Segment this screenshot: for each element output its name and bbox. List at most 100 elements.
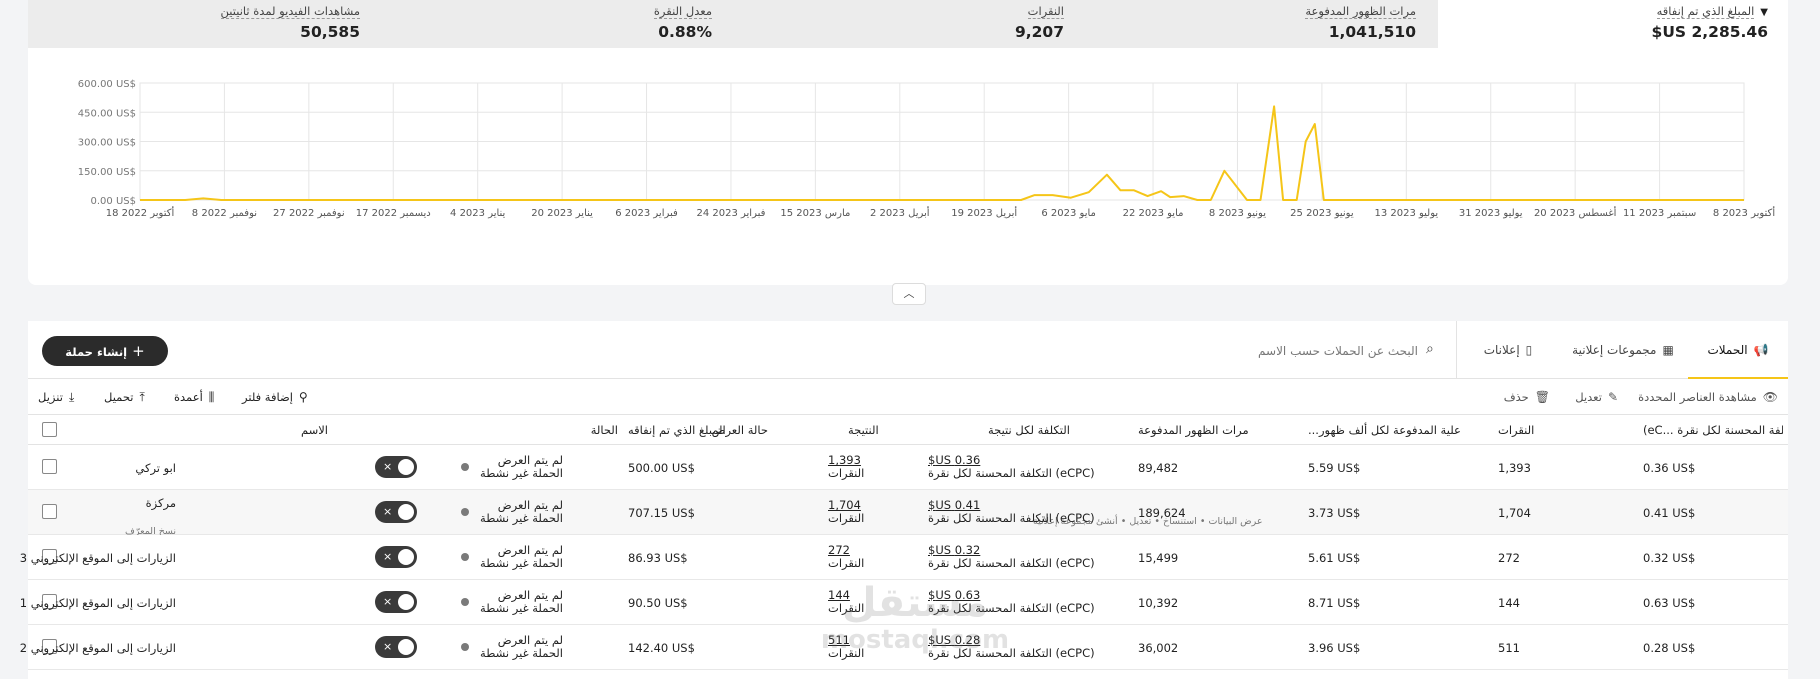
cpm-value: 5.61 US$	[1308, 551, 1361, 565]
tabs-bar: 📢الحملات ▦مجموعات إعلانية ▯إعلانات ⌕ +إن…	[28, 321, 1788, 379]
download-button[interactable]: ⤓تنزيل	[38, 379, 74, 415]
collapse-chart-button[interactable]: ︿	[892, 283, 926, 305]
search-icon[interactable]: ⌕	[1426, 341, 1434, 357]
metrics-strip: ▼المبلغ الذي تم إنفاقه 2,285.46 US$ مرات…	[28, 0, 1788, 48]
status-toggle[interactable]: ×	[375, 501, 417, 523]
y-tick-label: 300.00 US$	[78, 138, 136, 149]
close-icon: ×	[383, 550, 393, 563]
col-clicks[interactable]: النقرات	[1498, 415, 1638, 445]
edit-button[interactable]: ✎تعديل	[1575, 379, 1618, 415]
x-tick-label: 13 يوليو 2023	[1374, 208, 1438, 219]
trash-icon: 🗑	[1534, 390, 1550, 404]
metric-ctr[interactable]: معدل النقرة 0.88%	[512, 0, 712, 48]
impressions-value: 36,002	[1138, 641, 1179, 655]
x-tick-label: 11 سبتمبر 2023	[1623, 208, 1696, 219]
col-spent[interactable]: المبلغ الذي تم إنفاقه	[628, 415, 778, 445]
impressions-value: 15,499	[1138, 551, 1179, 565]
delivery-status-dot	[461, 598, 469, 606]
close-icon: ×	[383, 460, 393, 473]
cost-per-result-value[interactable]: 0.36 US$ (eCPC) التكلفة المحسنة لكل نقرة	[928, 454, 1116, 480]
metric-video-views[interactable]: مشاهدات الفيديو لمدة ثانيتين 50,585	[100, 0, 360, 48]
ecpc-value: 0.28 US$	[1643, 641, 1696, 655]
metric-clicks[interactable]: النقرات 9,207	[864, 0, 1064, 48]
tab-ad-groups[interactable]: ▦مجموعات إعلانية	[1568, 321, 1678, 379]
x-tick-label: 6 مايو 2023	[1041, 208, 1096, 219]
col-result[interactable]: النتيجة	[848, 415, 968, 445]
row-checkbox[interactable]	[42, 504, 57, 519]
x-tick-label: 20 أغسطس 2023	[1534, 206, 1617, 219]
x-tick-label: 19 أبريل 2023	[951, 206, 1017, 219]
delivery-status: لم يتم العرض الحملة غير نشطة	[480, 498, 563, 525]
campaign-name[interactable]: الزيارات إلى الموقع الإلكتروني 3	[20, 551, 176, 565]
table-toolbar: 👁مشاهدة العناصر المحددة ✎تعديل 🗑حذف ⚲إضا…	[28, 379, 1788, 415]
y-tick-label: 450.00 US$	[78, 108, 136, 119]
pencil-icon: ✎	[1607, 390, 1618, 404]
upload-button[interactable]: ⤒تحميل	[104, 379, 145, 415]
columns-button[interactable]: ⫼أعمدة	[174, 379, 214, 415]
cost-per-result-value[interactable]: 0.32 US$ (eCPC) التكلفة المحسنة لكل نقرة	[928, 544, 1116, 570]
upload-icon: ⤒	[139, 390, 145, 404]
spent-value: 142.40 US$	[628, 641, 695, 655]
tabs-divider	[1456, 321, 1457, 379]
row-checkbox[interactable]	[42, 459, 57, 474]
metric-spent[interactable]: ▼المبلغ الذي تم إنفاقه 2,285.46 US$	[1468, 0, 1768, 48]
chart-card: 0.00 US$ 150.00 US$ 300.00 US$ 450.00 US$ 60…	[28, 48, 1788, 285]
campaign-name[interactable]: الزيارات إلى الموقع الإلكتروني 1	[20, 596, 176, 610]
spent-value: 500.00 US$	[628, 461, 695, 475]
impressions-value: 189,624	[1138, 506, 1186, 520]
add-filter-button[interactable]: ⚲إضافة فلتر	[242, 379, 308, 415]
y-tick-label: 150.00 US$	[78, 167, 136, 178]
table-header: الاسم الحالة حالة العرض المبلغ الذي تم إ…	[28, 415, 1788, 445]
campaign-name[interactable]: الزيارات إلى الموقع الإلكتروني 2	[20, 641, 176, 655]
close-icon: ×	[383, 505, 393, 518]
view-selected-button[interactable]: 👁مشاهدة العناصر المحددة	[1638, 379, 1778, 415]
cost-per-result-value[interactable]: 0.41 US$ (eCPC) التكلفة المحسنة لكل نقرة	[928, 499, 1116, 525]
x-tick-label: 15 مارس 2023	[780, 208, 850, 219]
x-tick-label: 2 أبريل 2023	[870, 206, 930, 219]
col-name[interactable]: الاسم	[208, 415, 328, 445]
col-cpm[interactable]: ...علية المدفوعة لكل ألف ظهور	[1308, 415, 1473, 445]
status-toggle[interactable]: ×	[375, 456, 417, 478]
filter-icon: ⚲	[298, 390, 308, 404]
col-status[interactable]: الحالة	[528, 415, 618, 445]
clicks-value: 1,704	[1498, 506, 1531, 520]
spent-value: 86.93 US$	[628, 551, 688, 565]
create-campaign-button[interactable]: +إنشاء حملة	[42, 336, 168, 366]
table-row[interactable]: ابو تركي × لم يتم العرض الحملة غير نشطة 5…	[28, 445, 1788, 490]
status-toggle[interactable]: ×	[375, 546, 417, 568]
close-icon: ×	[383, 640, 393, 653]
select-all-checkbox[interactable]	[42, 422, 57, 437]
status-toggle[interactable]: ×	[375, 636, 417, 658]
cpm-value: 3.96 US$	[1308, 641, 1361, 655]
x-tick-label: 4 يناير 2023	[450, 208, 506, 219]
col-paid-impressions[interactable]: مرات الظهور المدفوعة	[1138, 415, 1298, 445]
tab-ads[interactable]: ▯إعلانات	[1468, 321, 1548, 379]
campaign-name[interactable]: ابو تركي	[135, 461, 176, 475]
delivery-status: لم يتم العرض الحملة غير نشطة	[480, 543, 563, 570]
delete-button[interactable]: 🗑حذف	[1504, 379, 1550, 415]
table-row[interactable]: الزيارات إلى الموقع الإلكتروني 3 × لم يت…	[20, 535, 1788, 580]
metric-paid-impressions[interactable]: مرات الظهور المدفوعة 1,041,510	[1216, 0, 1416, 48]
col-ecpc[interactable]: (eC... التكلفة المحسنة لكل نقرة	[1643, 415, 1783, 445]
y-tick-label: 0.00 US$	[91, 196, 136, 207]
x-tick-label: 17 ديسمبر 2022	[356, 208, 431, 219]
chevron-up-icon: ︿	[903, 287, 915, 300]
ecpc-value: 0.36 US$	[1643, 461, 1696, 475]
ecpc-value: 0.41 US$	[1643, 506, 1696, 520]
delivery-status-dot	[461, 508, 469, 516]
impressions-value: 10,392	[1138, 596, 1179, 610]
x-tick-label: 27 نوفمبر 2022	[273, 208, 345, 219]
megaphone-icon: 📢	[1753, 343, 1769, 357]
caret-down-icon[interactable]: ▼	[1760, 7, 1768, 18]
tab-campaigns[interactable]: 📢الحملات	[1688, 321, 1788, 379]
series-line-spend	[140, 105, 1744, 201]
plus-icon: +	[132, 342, 145, 360]
col-cost-per-result[interactable]: التكلفة لكل نتيجة	[988, 415, 1133, 445]
search-input[interactable]	[1138, 340, 1418, 362]
ecpc-value: 0.32 US$	[1643, 551, 1696, 565]
table-row[interactable]: مركزة عرض البيانات • استنساخ • تعديل • أ…	[28, 490, 1788, 537]
status-toggle[interactable]: ×	[375, 591, 417, 613]
campaign-name[interactable]: مركزة	[146, 496, 176, 510]
phone-icon: ▯	[1525, 343, 1533, 357]
cpm-value: 8.71 US$	[1308, 596, 1361, 610]
